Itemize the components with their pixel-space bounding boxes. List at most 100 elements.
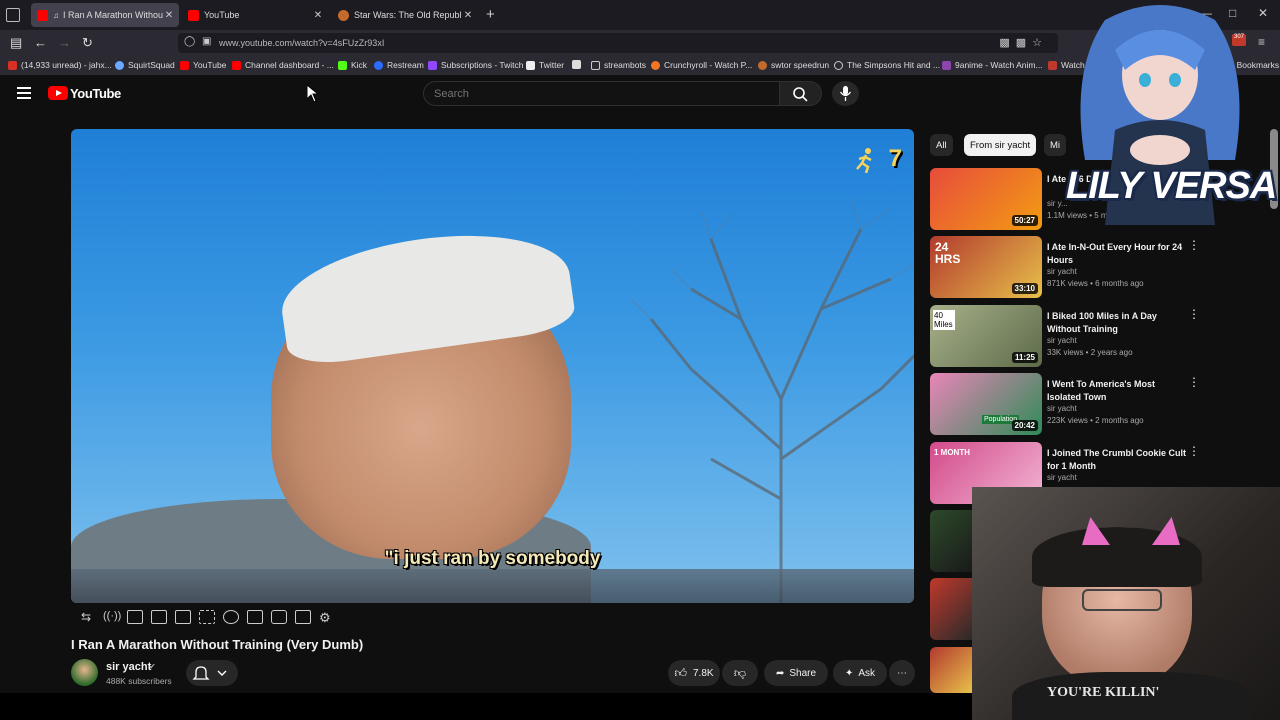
url-text[interactable]: www.youtube.com/watch?v=4sFUzZr93xI <box>219 38 384 48</box>
speaker-icon[interactable]: ♫ <box>53 11 59 20</box>
tab-list-icon[interactable] <box>6 8 20 22</box>
video-player[interactable]: 7 "i just ran by somebody <box>71 129 914 603</box>
bookmark-star-icon[interactable]: ▩▩☆ <box>999 36 1048 49</box>
bookmark-folder[interactable]: streambots <box>591 60 646 70</box>
search-box[interactable] <box>423 81 780 106</box>
chip-from-channel[interactable]: From sir yacht <box>964 134 1037 156</box>
bookmark-item[interactable]: YouTube <box>180 60 226 70</box>
bookmark-item[interactable] <box>572 60 585 69</box>
more-options-icon[interactable]: ⋮ <box>1188 376 1200 388</box>
bookmark-item[interactable]: Restream <box>374 60 424 70</box>
lock-icon[interactable]: ▣ <box>202 36 211 47</box>
recommendation-item[interactable]: 24 HRS 33:10 I Ate In-N-Out Every Hour f… <box>930 236 1200 300</box>
video-thumbnail[interactable] <box>930 647 972 693</box>
like-button[interactable]: 👍︎ 7.8K <box>668 660 720 686</box>
bookmark-item[interactable]: swtor speedrun <box>758 60 829 70</box>
search-input[interactable] <box>434 88 734 100</box>
share-label: Share <box>789 667 817 679</box>
youtube-favicon-icon <box>232 60 241 70</box>
bookmark-favicon-icon <box>115 60 124 70</box>
close-tab-icon[interactable]: ✕ <box>462 10 474 21</box>
search-button[interactable] <box>780 81 822 106</box>
dislike-button[interactable]: 👎︎ <box>722 660 758 686</box>
close-window-icon[interactable]: ✕ <box>1258 6 1268 20</box>
bookmark-item[interactable]: The Simpsons Hit and ... <box>834 60 940 70</box>
like-count: 7.8K <box>692 667 714 679</box>
channel-name[interactable]: sir yacht <box>106 661 151 673</box>
ask-button[interactable]: ✦ Ask <box>833 660 887 686</box>
more-options-icon[interactable]: ⋮ <box>1188 239 1200 251</box>
ask-label: Ask <box>858 667 876 679</box>
bell-icon <box>192 666 227 680</box>
channel-avatar[interactable] <box>71 659 98 686</box>
menu-icon[interactable]: ≡ <box>1258 35 1265 49</box>
tab-youtube[interactable]: YouTube ✕ <box>182 3 328 27</box>
recommendation-title[interactable]: I Went To America's Most Isolated Town <box>1047 378 1187 404</box>
video-duration: 20:42 <box>1011 420 1038 431</box>
audio-icon[interactable]: ((·)) <box>103 610 121 624</box>
forward-icon[interactable]: → <box>58 35 71 50</box>
hamburger-menu-icon[interactable] <box>17 87 31 102</box>
keyboard-icon[interactable] <box>295 610 311 624</box>
more-options-icon[interactable]: ⋮ <box>1188 445 1200 457</box>
recommendation-item[interactable]: 40 Miles 11:25 I Biked 100 Miles in A Da… <box>930 305 1200 369</box>
youtube-logo-icon[interactable] <box>48 86 68 100</box>
more-options-icon[interactable]: ⋮ <box>1188 308 1200 320</box>
picture-in-picture-icon[interactable] <box>175 610 191 624</box>
sparkle-icon: ✦ <box>844 667 854 679</box>
recommendation-channel[interactable]: sir yacht <box>1047 404 1077 413</box>
recommendation-title[interactable]: I Joined The Crumbl Cookie Cult for 1 Mo… <box>1047 447 1187 473</box>
more-actions-button[interactable]: ⋯ <box>889 660 915 686</box>
bookmark-item[interactable]: Kick <box>338 60 367 70</box>
recommendation-title[interactable]: I Ate In-N-Out Every Hour for 24 Hours <box>1047 241 1187 267</box>
video-thumbnail[interactable] <box>930 510 972 572</box>
bookmark-item[interactable]: (14,933 unread) - jahx... <box>8 60 112 70</box>
video-thumbnail[interactable]: Population 20:42 <box>930 373 1042 435</box>
tab-swtor[interactable]: Star Wars: The Old Republic - Sp ✕ <box>332 3 478 27</box>
recommendation-channel[interactable]: sir yacht <box>1047 267 1077 276</box>
tree-image <box>631 199 914 603</box>
recommendation-channel[interactable]: sir yacht <box>1047 473 1077 482</box>
youtube-logo-text[interactable]: YouTube <box>70 86 121 101</box>
bookmark-item[interactable]: SquirtSquad <box>115 60 175 70</box>
twitch-icon <box>428 60 437 70</box>
bookmark-item[interactable]: Crunchyroll - Watch P... <box>651 60 752 70</box>
video-thumbnail[interactable]: 40 Miles 11:25 <box>930 305 1042 367</box>
share-button[interactable]: ➦ Share <box>764 660 828 686</box>
back-icon[interactable]: ← <box>34 35 47 50</box>
vtuber-name: LILY VERSA <box>1066 165 1277 207</box>
notification-bell-button[interactable] <box>186 660 238 686</box>
recommendation-channel[interactable]: sir yacht <box>1047 336 1077 345</box>
recommendation-title[interactable]: I Biked 100 Miles in A Day Without Train… <box>1047 310 1187 336</box>
bookmark-item[interactable]: Twitter <box>526 60 564 70</box>
recommendation-item[interactable]: Population 20:42 I Went To America's Mos… <box>930 373 1200 437</box>
voice-search-button[interactable] <box>832 81 859 106</box>
bookmark-item[interactable]: 9anime - Watch Anim... <box>942 60 1043 70</box>
tab-title: Star Wars: The Old Republic - Sp <box>354 10 462 20</box>
add-icon[interactable] <box>247 610 263 624</box>
reload-icon[interactable]: ↻ <box>82 35 93 51</box>
sidebar-toggle-icon[interactable]: ▤ <box>10 35 22 51</box>
close-tab-icon[interactable]: ✕ <box>312 10 324 21</box>
new-tab-icon[interactable]: + <box>486 6 495 23</box>
address-bar[interactable]: ◯ ▣ www.youtube.com/watch?v=4sFUzZr93xI … <box>178 33 1058 53</box>
chip-all[interactable]: All <box>930 134 953 156</box>
bookmark-item[interactable]: Subscriptions - Twitch <box>428 60 524 70</box>
crop-icon[interactable] <box>199 610 215 624</box>
bookmark-favicon-icon <box>942 60 951 70</box>
eye-icon[interactable] <box>127 610 143 624</box>
loop-icon[interactable]: ⇆ <box>81 610 97 624</box>
restream-icon <box>374 60 383 70</box>
video-thumbnail[interactable]: 50:27 <box>930 168 1042 230</box>
shield-icon[interactable]: ◯ <box>184 36 195 47</box>
speed-icon[interactable] <box>223 610 239 624</box>
close-tab-icon[interactable]: ✕ <box>163 10 175 21</box>
video-thumbnail[interactable] <box>930 578 972 640</box>
gear-icon[interactable]: ⚙ <box>319 610 335 625</box>
camera-icon[interactable] <box>271 610 287 624</box>
bookmark-item[interactable]: Channel dashboard - ... <box>232 60 334 70</box>
tab-video[interactable]: ♫ I Ran A Marathon Without ✕ <box>31 3 179 27</box>
video-thumbnail[interactable]: 24 HRS 33:10 <box>930 236 1042 298</box>
clapper-icon[interactable] <box>151 610 167 624</box>
chip-more[interactable]: Mi <box>1044 134 1067 156</box>
